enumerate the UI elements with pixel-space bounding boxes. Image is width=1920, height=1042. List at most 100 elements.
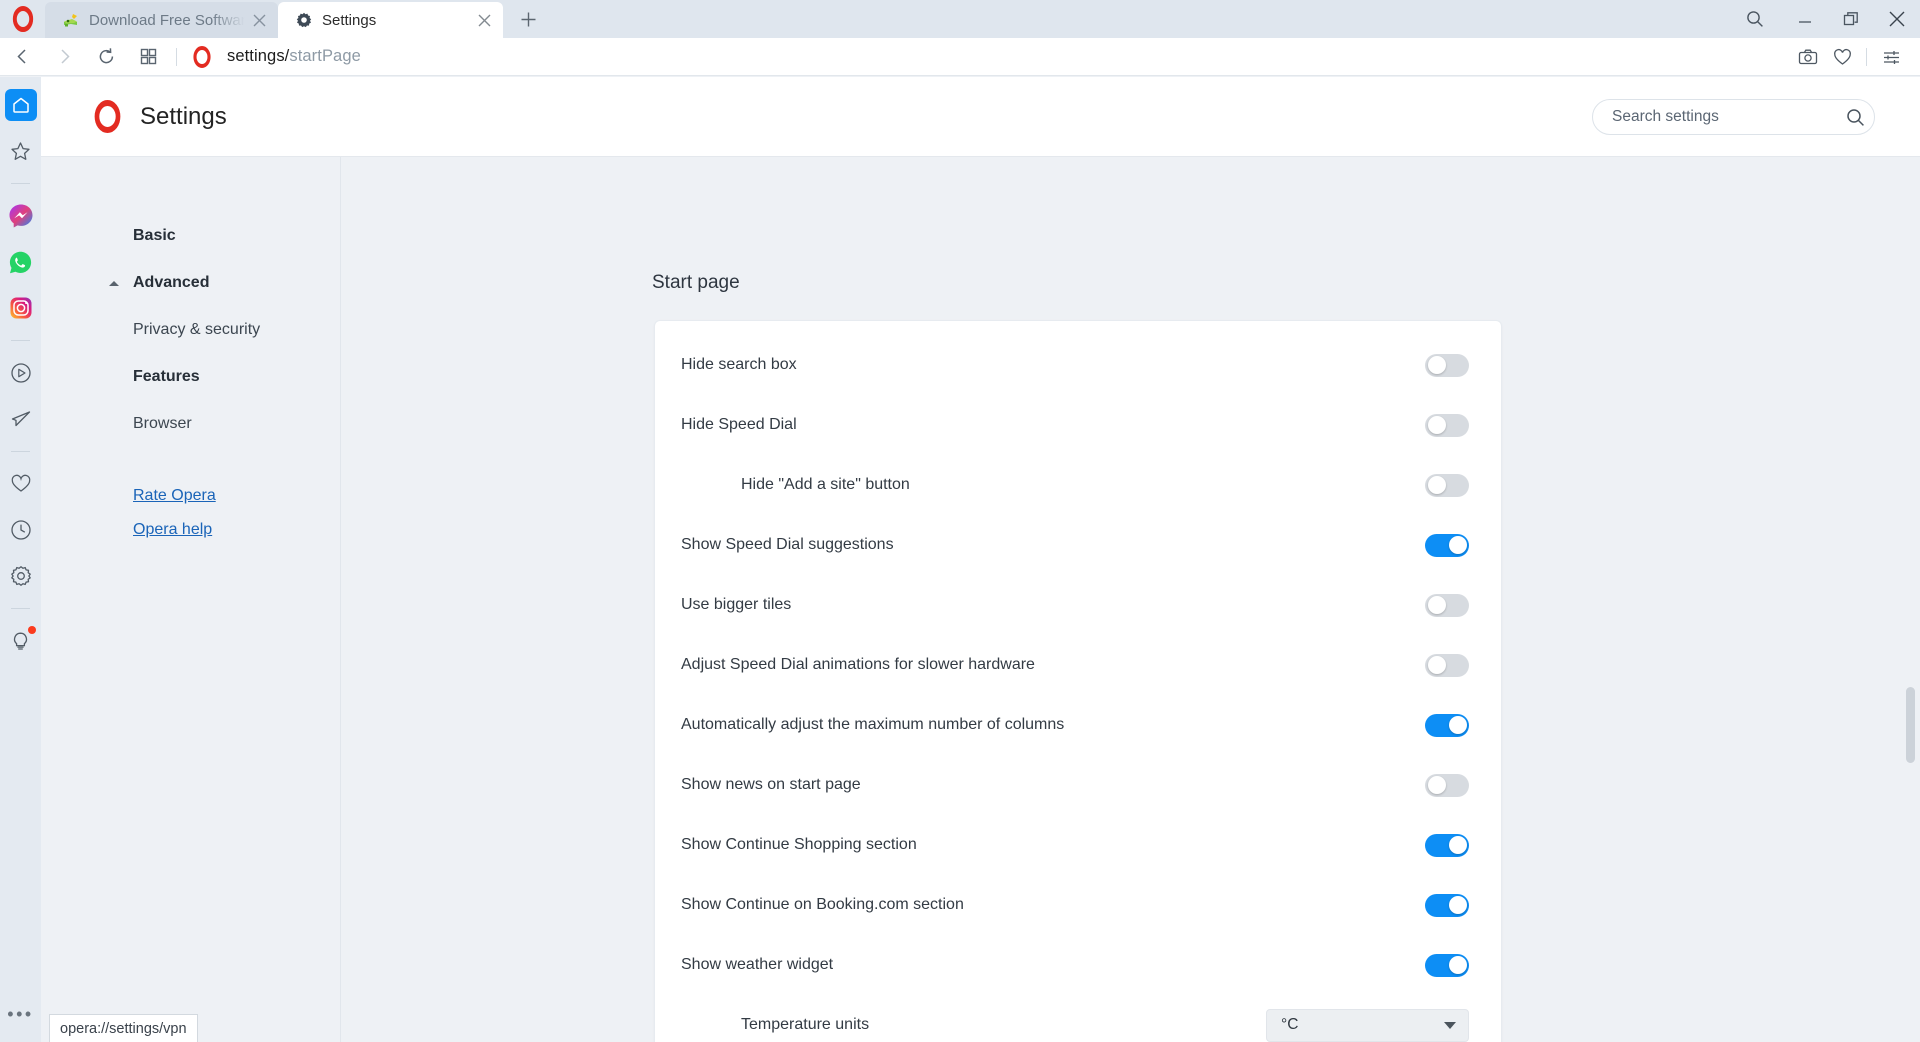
instagram-icon — [9, 296, 33, 320]
settings-nav-item-advanced[interactable]: Advanced — [41, 265, 340, 301]
lightbulb-icon — [10, 631, 31, 652]
opera-logo-icon — [191, 45, 213, 68]
reload-icon[interactable] — [86, 38, 126, 76]
toggle-knob — [1427, 416, 1446, 434]
toggle-switch[interactable] — [1425, 413, 1469, 437]
settings-nav-item-label: Features — [133, 368, 200, 385]
sidebar-overflow-button[interactable]: ••• — [5, 1000, 37, 1028]
settings-row-label: Show Continue on Booking.com section — [681, 896, 964, 913]
toggle-switch[interactable] — [1425, 893, 1469, 917]
toggle-switch[interactable] — [1425, 593, 1469, 617]
temperature-units-select[interactable]: °C — [1266, 1008, 1469, 1042]
scrollbar-thumb[interactable] — [1906, 687, 1915, 763]
settings-nav-item-basic[interactable]: Basic — [41, 218, 340, 254]
select-value: °C — [1281, 1016, 1299, 1033]
settings-nav-item-label: Basic — [133, 227, 176, 244]
settings-row-label: Show news on start page — [681, 776, 861, 793]
settings-row-label: Show weather widget — [681, 956, 834, 973]
search-icon[interactable] — [1836, 100, 1874, 134]
play-circle-icon — [10, 362, 32, 384]
toggle-switch[interactable] — [1425, 653, 1469, 677]
heart-icon — [10, 473, 32, 495]
toggle-knob — [1448, 536, 1467, 554]
toggle-switch[interactable] — [1425, 533, 1469, 557]
speed-dial-icon[interactable] — [128, 38, 168, 76]
gear-icon — [294, 11, 313, 30]
settings-content: Start page Hide search box Hide Speed Dia… — [341, 157, 1920, 1042]
toggle-switch[interactable] — [1425, 473, 1469, 497]
toggle-knob — [1427, 596, 1446, 614]
settings-row: Hide search box — [655, 335, 1501, 395]
chevron-down-icon[interactable] — [1444, 1021, 1456, 1029]
easy-setup-icon[interactable] — [1874, 38, 1908, 76]
toggle-switch[interactable] — [1425, 713, 1469, 737]
toggle-switch[interactable] — [1425, 773, 1469, 797]
opera-logo-icon — [91, 100, 124, 133]
settings-nav-item-browser[interactable]: Browser — [41, 406, 340, 442]
tab-download-free-software[interactable]: Download Free Software fo — [45, 2, 278, 38]
settings-row: Automatically adjust the maximum number … — [655, 695, 1501, 755]
search-icon[interactable] — [1728, 0, 1782, 38]
page-title: Settings — [140, 102, 227, 130]
url-text[interactable]: settings/startPage — [227, 47, 361, 66]
sidebar-item-player[interactable] — [5, 357, 37, 389]
settings-row-label: Hide Speed Dial — [681, 416, 797, 433]
sidebar-item-home[interactable] — [4, 89, 37, 121]
close-icon[interactable] — [471, 7, 497, 33]
sidebar-item-bookmarks[interactable] — [5, 468, 37, 500]
chevron-up-icon[interactable] — [109, 280, 119, 286]
back-icon[interactable] — [2, 38, 42, 76]
close-icon[interactable] — [1874, 0, 1920, 38]
sidebar-item-favorites[interactable] — [5, 135, 37, 167]
sidebar-item-send[interactable] — [5, 403, 37, 435]
settings-header: Settings — [41, 77, 1920, 157]
settings-nav-item-label: Privacy & security — [133, 321, 261, 338]
settings-nav-item-label: Advanced — [133, 274, 210, 291]
settings-page: Settings Basic Advanced Privacy & security… — [41, 77, 1920, 1042]
toggle-knob — [1448, 896, 1467, 914]
section-title: Start page — [652, 272, 740, 293]
tab-settings[interactable]: Settings — [278, 2, 503, 38]
toggle-knob — [1448, 956, 1467, 974]
forward-icon[interactable] — [44, 38, 84, 76]
toggle-knob — [1427, 776, 1446, 794]
sidebar-item-messenger[interactable] — [5, 200, 37, 232]
tab-strip: Download Free Software fo Settings — [0, 0, 1920, 38]
camera-icon[interactable] — [1791, 38, 1825, 76]
toggle-switch[interactable] — [1425, 353, 1469, 377]
toggle-knob — [1427, 656, 1446, 674]
settings-link-rate-opera[interactable]: Rate Opera — [41, 479, 340, 513]
divider — [1866, 48, 1867, 66]
settings-row: Temperature units °C — [655, 995, 1501, 1042]
crocodile-icon — [61, 11, 80, 30]
restore-icon[interactable] — [1828, 0, 1874, 38]
sidebar-item-history[interactable] — [5, 514, 37, 546]
minimize-icon[interactable] — [1782, 0, 1828, 38]
settings-row-label: Adjust Speed Dial animations for slower … — [681, 656, 1035, 673]
tab-title: Settings — [322, 11, 377, 29]
close-icon[interactable] — [246, 7, 272, 33]
settings-nav-item-privacy-security[interactable]: Privacy & security — [41, 312, 340, 348]
settings-search[interactable] — [1592, 99, 1875, 135]
sidebar-item-tips[interactable] — [5, 625, 37, 657]
settings-link-opera-help[interactable]: Opera help — [41, 513, 340, 547]
star-icon — [10, 141, 31, 162]
heart-icon[interactable] — [1825, 38, 1859, 76]
address-bar: settings/startPage — [0, 38, 1920, 76]
search-input[interactable] — [1593, 108, 1836, 126]
sidebar-item-instagram[interactable] — [5, 292, 37, 324]
toggle-switch[interactable] — [1425, 953, 1469, 977]
toggle-switch[interactable] — [1425, 833, 1469, 857]
opera-menu-button[interactable] — [10, 6, 36, 32]
settings-nav-item-features[interactable]: Features — [41, 359, 340, 395]
sidebar-item-settings[interactable] — [5, 560, 37, 592]
new-tab-button[interactable] — [511, 2, 545, 36]
settings-row: Show Continue Shopping section — [655, 815, 1501, 875]
settings-row: Show weather widget — [655, 935, 1501, 995]
whatsapp-icon — [8, 250, 33, 275]
sidebar-item-whatsapp[interactable] — [5, 246, 37, 278]
settings-brand: Settings — [91, 100, 227, 133]
clock-icon — [10, 519, 32, 541]
browser-sidebar: ••• — [0, 77, 41, 1042]
